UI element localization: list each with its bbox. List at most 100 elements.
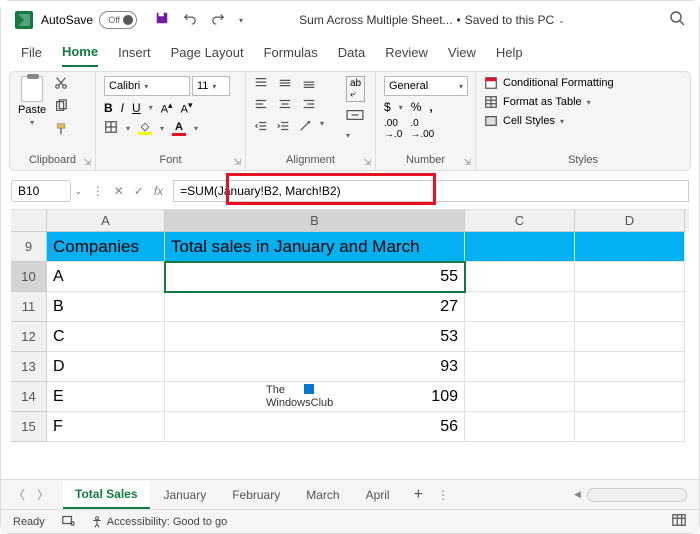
row-header[interactable]: 13	[11, 352, 47, 382]
italic-button[interactable]: I	[121, 101, 124, 115]
cell[interactable]: 53	[165, 322, 465, 352]
tab-view[interactable]: View	[448, 45, 476, 66]
merge-center-icon[interactable]	[346, 108, 365, 125]
fill-color-icon[interactable]	[138, 122, 152, 135]
cancel-icon[interactable]: ✕	[114, 184, 124, 198]
increase-indent-icon[interactable]	[276, 119, 292, 133]
name-box[interactable]: B10	[11, 180, 71, 202]
align-center-icon[interactable]	[278, 97, 294, 111]
accessibility-status[interactable]: Accessibility: Good to go	[91, 516, 227, 528]
tab-formulas[interactable]: Formulas	[264, 45, 318, 66]
cell[interactable]	[465, 232, 575, 262]
cell[interactable]: E	[47, 382, 165, 412]
switch-off-icon[interactable]: Off	[99, 11, 137, 29]
row-header[interactable]: 14	[11, 382, 47, 412]
font-name-combo[interactable]: Calibri▾	[104, 76, 190, 96]
decrease-decimal-icon[interactable]: .0→.00	[410, 118, 434, 140]
sheet-nav-prev-icon[interactable]: 〈	[13, 486, 25, 503]
redo-icon[interactable]	[211, 11, 225, 30]
enter-icon[interactable]: ✓	[134, 184, 144, 198]
align-top-icon[interactable]	[254, 76, 270, 90]
formula-input[interactable]: =SUM(January!B2, March!B2)	[173, 180, 689, 202]
col-header-d[interactable]: D	[575, 210, 685, 232]
sheet-tab-march[interactable]: March	[294, 482, 351, 508]
row-header[interactable]: 15	[11, 412, 47, 442]
borders-icon[interactable]	[104, 120, 118, 137]
add-sheet-button[interactable]: +	[414, 486, 423, 504]
cell[interactable]: 93	[165, 352, 465, 382]
decrease-font-icon[interactable]: A▾	[181, 100, 193, 116]
cut-icon[interactable]	[54, 76, 68, 93]
tab-home[interactable]: Home	[62, 44, 98, 67]
dialog-launcher-icon[interactable]: ⇲	[83, 157, 91, 168]
save-icon[interactable]	[155, 11, 169, 30]
macro-record-icon[interactable]	[61, 513, 75, 530]
cell[interactable]	[575, 292, 685, 322]
paste-button[interactable]: Paste ▾	[18, 76, 46, 127]
name-box-dropdown-icon[interactable]: ⌄	[75, 187, 82, 196]
align-left-icon[interactable]	[254, 97, 270, 111]
cell[interactable]: C	[47, 322, 165, 352]
col-header-a[interactable]: A	[47, 210, 165, 232]
comma-icon[interactable]: ,	[429, 100, 432, 114]
row-header[interactable]: 9	[11, 232, 47, 262]
cell[interactable]	[575, 412, 685, 442]
select-all-corner[interactable]	[11, 210, 47, 232]
cell[interactable]: A	[47, 262, 165, 292]
wrap-text-icon[interactable]: ab⤶	[346, 76, 365, 102]
cell[interactable]	[575, 322, 685, 352]
dialog-launcher-icon[interactable]: ⇲	[463, 157, 471, 168]
sheet-tab-april[interactable]: April	[354, 482, 402, 508]
tab-help[interactable]: Help	[496, 45, 523, 66]
fx-icon[interactable]: fx	[154, 184, 163, 198]
horizontal-scrollbar[interactable]	[587, 488, 687, 502]
tab-data[interactable]: Data	[338, 45, 365, 66]
font-color-icon[interactable]: A	[172, 121, 186, 136]
cell[interactable]: 27	[165, 292, 465, 322]
row-header[interactable]: 10	[11, 262, 47, 292]
cell-styles-button[interactable]: Cell Styles▾	[484, 114, 682, 128]
cell[interactable]	[465, 352, 575, 382]
align-right-icon[interactable]	[302, 97, 318, 111]
sheet-tab-total-sales[interactable]: Total Sales	[63, 481, 149, 509]
cell[interactable]: 56	[165, 412, 465, 442]
cell[interactable]	[575, 262, 685, 292]
cell[interactable]	[465, 412, 575, 442]
underline-button[interactable]: U	[132, 101, 141, 115]
cell[interactable]: Companies	[47, 232, 165, 262]
cell[interactable]: Total sales in January and March	[165, 232, 465, 262]
bold-button[interactable]: B	[104, 101, 113, 115]
cell[interactable]	[465, 292, 575, 322]
percent-icon[interactable]: %	[411, 100, 422, 114]
qat-dropdown-icon[interactable]: ▾	[239, 16, 243, 25]
cell[interactable]	[465, 262, 575, 292]
spreadsheet-grid[interactable]: A B C D 9 Companies Total sales in Janua…	[11, 209, 689, 442]
search-icon[interactable]	[669, 10, 685, 31]
cell[interactable]: D	[47, 352, 165, 382]
col-header-b[interactable]: B	[165, 210, 465, 232]
cell[interactable]	[465, 382, 575, 412]
normal-view-icon[interactable]	[671, 513, 687, 530]
copy-icon[interactable]	[54, 99, 68, 116]
autosave-toggle[interactable]: AutoSave Off	[41, 11, 137, 29]
cell[interactable]	[575, 352, 685, 382]
format-as-table-button[interactable]: Format as Table▾	[484, 95, 682, 109]
number-format-combo[interactable]: General▾	[384, 76, 468, 96]
align-middle-icon[interactable]	[278, 76, 294, 90]
cell[interactable]	[465, 322, 575, 352]
font-size-combo[interactable]: 11▾	[192, 76, 230, 96]
undo-icon[interactable]	[183, 11, 197, 30]
align-bottom-icon[interactable]	[302, 76, 318, 90]
col-header-c[interactable]: C	[465, 210, 575, 232]
sheet-nav-next-icon[interactable]: 〉	[37, 486, 49, 503]
dialog-launcher-icon[interactable]: ⇲	[233, 157, 241, 168]
tab-file[interactable]: File	[21, 45, 42, 66]
dialog-launcher-icon[interactable]: ⇲	[363, 157, 371, 168]
currency-icon[interactable]: $	[384, 100, 391, 114]
orientation-icon[interactable]	[298, 119, 314, 133]
tab-insert[interactable]: Insert	[118, 45, 151, 66]
tab-review[interactable]: Review	[385, 45, 428, 66]
cell[interactable]: F	[47, 412, 165, 442]
cell-active[interactable]: 55	[165, 262, 465, 292]
cell[interactable]: B	[47, 292, 165, 322]
